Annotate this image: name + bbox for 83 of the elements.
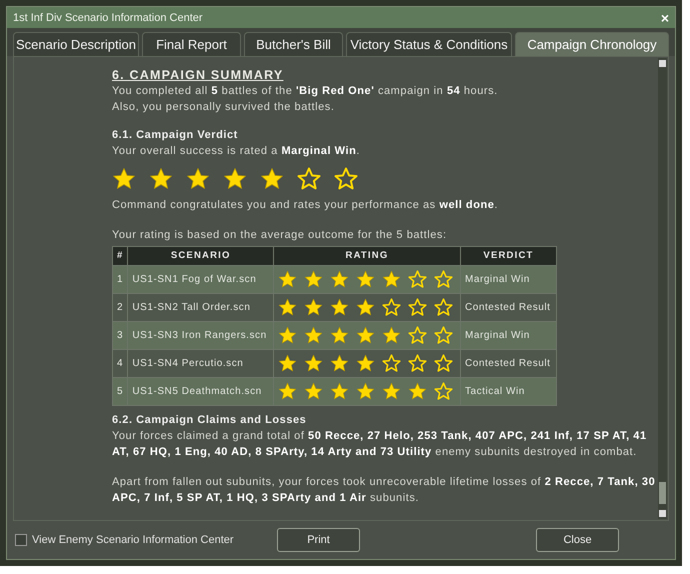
column-header: #: [112, 246, 128, 266]
table-cell: Tactical Win: [460, 378, 556, 406]
star-outline-icon: [408, 298, 428, 317]
star-icon: [304, 354, 324, 373]
star-icon: [278, 382, 298, 401]
checkbox[interactable]: [15, 534, 27, 546]
star-icon: [330, 326, 350, 345]
table-cell: Marginal Win: [460, 266, 556, 294]
star-outline-icon: [382, 298, 402, 317]
comment-text: Command congratulates you and rates your performance as well done.: [112, 198, 500, 213]
star-icon: [278, 326, 298, 345]
star-icon: [186, 167, 210, 191]
star-outline-icon: [434, 382, 454, 401]
claims-text: Apart from fallen out subunits, your forces took unrecoverable lifetime losses of 2 Recce, 7 Tank, 30 APC, 7 Inf, 5 SP AT, 1 HQ, 3 SPArty and 1 Air subunits.: [112, 475, 656, 506]
print-button[interactable]: Print: [277, 528, 360, 552]
star-icon: [382, 326, 402, 345]
window-title: 1st Inf Div Scenario Information Center: [13, 12, 203, 24]
verdict-text: Your overall success is rated a Marginal Win.: [112, 144, 361, 159]
star-icon: [304, 298, 324, 317]
star-icon: [304, 270, 324, 289]
star-icon: [356, 354, 376, 373]
star-outline-icon: [434, 270, 454, 289]
star-icon: [356, 270, 376, 289]
column-header: RATING: [274, 246, 460, 266]
column-header: SCENARIO: [128, 246, 274, 266]
star-outline-icon: [382, 354, 402, 373]
table-cell: Contested Result: [460, 294, 556, 322]
subsection-heading: 6.1. Campaign Verdict: [112, 128, 239, 143]
table-cell: 4: [112, 350, 128, 378]
intro-text: Your rating is based on the average outcome for the 5 battles:: [112, 228, 448, 243]
subsection-heading: 6.2. Campaign Claims and Losses: [112, 413, 308, 428]
star-icon: [304, 326, 324, 345]
star-icon: [278, 270, 298, 289]
star-outline-icon: [434, 326, 454, 345]
star-outline-icon: [434, 354, 454, 373]
star-outline-icon: [334, 167, 358, 191]
checkbox-label[interactable]: View Enemy Scenario Information Center: [32, 534, 234, 546]
table-cell: Marginal Win: [460, 322, 556, 350]
table-cell: US1-SN2 Tall Order.scn: [128, 294, 274, 322]
table-cell: US1-SN3 Iron Rangers.scn: [128, 322, 274, 350]
star-outline-icon: [408, 326, 428, 345]
star-outline-icon: [408, 270, 428, 289]
star-icon: [356, 382, 376, 401]
tab[interactable]: Final Report: [142, 32, 241, 56]
table-cell: 5: [112, 378, 128, 406]
star-icon: [304, 382, 324, 401]
star-icon: [260, 167, 284, 191]
close-button[interactable]: ×: [660, 10, 669, 26]
summary-text: You completed all 5 battles of the 'Big Red One' campaign in 54 hours.: [112, 84, 499, 99]
table-cell: US1-SN5 Deathmatch.scn: [128, 378, 274, 406]
tab[interactable]: Scenario Description: [13, 32, 139, 56]
star-outline-icon: [408, 354, 428, 373]
star-icon: [382, 270, 402, 289]
star-icon: [278, 298, 298, 317]
summary-text: Also, you personally survived the battles.: [112, 100, 336, 115]
table-cell: 2: [112, 294, 128, 322]
star-icon: [278, 354, 298, 373]
table-cell: 1: [112, 266, 128, 294]
scrollbar[interactable]: [658, 58, 667, 519]
table-cell: US1-SN1 Fog of War.scn: [128, 266, 274, 294]
star-icon: [330, 354, 350, 373]
star-icon: [149, 167, 173, 191]
tab[interactable]: Campaign Chronology: [515, 32, 669, 56]
section-heading: 6. CAMPAIGN SUMMARY: [112, 67, 284, 83]
close-button[interactable]: Close: [536, 528, 619, 552]
star-icon: [330, 270, 350, 289]
column-header: VERDICT: [460, 246, 556, 266]
star-icon: [223, 167, 247, 191]
table-cell: US1-SN4 Percutio.scn: [128, 350, 274, 378]
star-icon: [356, 298, 376, 317]
star-icon: [382, 382, 402, 401]
star-icon: [330, 382, 350, 401]
star-icon: [112, 167, 136, 191]
star-icon: [356, 326, 376, 345]
tab[interactable]: Butcher's Bill: [244, 32, 343, 56]
star-outline-icon: [434, 298, 454, 317]
tab[interactable]: Victory Status & Conditions: [346, 32, 512, 56]
star-outline-icon: [297, 167, 321, 191]
table-cell: Contested Result: [460, 350, 556, 378]
claims-text: Your forces claimed a grand total of 50 Recce, 27 Helo, 253 Tank, 407 APC, 241 Inf, 17 SP AT, 41 AT, 67 HQ, 1 Eng, 40 AD, 8 SPArty, 14 Arty and 73 Utility enemy subunits destroyed in combat.: [112, 429, 648, 460]
table-cell: 3: [112, 322, 128, 350]
star-icon: [330, 298, 350, 317]
star-icon: [408, 382, 428, 401]
